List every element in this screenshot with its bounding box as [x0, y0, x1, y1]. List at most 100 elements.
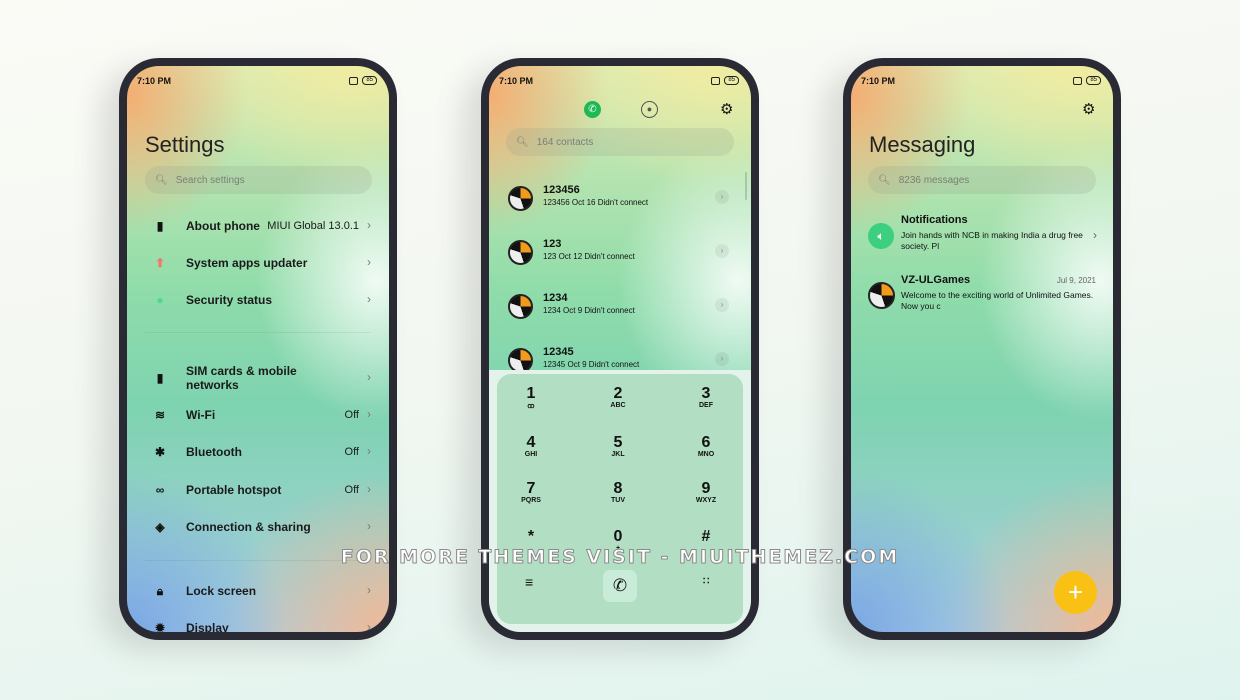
settings-item-label: Wi-Fi — [186, 408, 216, 422]
dial-key-5[interactable]: 5 JKL — [588, 434, 648, 459]
status-icons: 85 — [711, 76, 739, 85]
settings-item-label: About phone — [186, 219, 260, 233]
settings-item[interactable]: ∞ Portable hotspot Off › — [127, 482, 389, 503]
settings-item-label: SIM cards & mobile networks — [186, 364, 297, 392]
settings-item[interactable]: ▮ About phone MIUI Global 13.0.1 › — [127, 218, 389, 239]
status-time: 7:10 PM — [499, 76, 534, 86]
chevron-right-icon[interactable]: › — [715, 190, 729, 204]
settings-item[interactable]: ✹ Display › — [127, 620, 389, 632]
chevron-right-icon: › — [367, 620, 371, 632]
battery-icon: 85 — [724, 76, 739, 85]
settings-item[interactable]: ≋ Wi-Fi Off › — [127, 407, 389, 428]
settings-item-value: Off — [344, 409, 359, 421]
speaker-icon: 🔈︎ — [868, 223, 894, 249]
key-digit: 7 — [526, 480, 536, 497]
key-letters: PQRS — [521, 497, 541, 504]
call-button[interactable]: ✆ — [603, 570, 637, 602]
dial-key-2[interactable]: 2 ABC — [588, 386, 648, 410]
chevron-right-icon: › — [367, 519, 371, 533]
tab-contacts[interactable]: ● — [641, 101, 658, 118]
key-digit: 5 — [613, 434, 623, 451]
thread-date: Jul 9, 2021 — [1056, 276, 1096, 285]
status-time: 7:10 PM — [861, 76, 896, 86]
compose-button[interactable]: + — [1054, 571, 1097, 614]
chevron-right-icon: › — [367, 255, 371, 269]
chevron-right-icon: › — [367, 292, 371, 306]
dial-key-8[interactable]: 8 TUV — [588, 481, 648, 505]
chevron-right-icon[interactable]: › — [715, 352, 729, 366]
call-detail: 123456 Oct 16 Didn't connect — [543, 198, 649, 207]
search-icon: 🔍︎ — [516, 136, 529, 148]
settings-item[interactable]: 🔒︎ Lock screen › — [127, 583, 389, 604]
dial-key-9[interactable]: 9 WXYZ — [676, 480, 736, 505]
dial-key-1[interactable]: 1ꝏ — [501, 386, 561, 411]
settings-item-label: Connection & sharing — [186, 520, 311, 534]
settings-item-label: Lock screen — [186, 584, 257, 598]
page-title: Settings — [145, 132, 225, 157]
settings-item[interactable]: ◈ Connection & sharing › — [127, 519, 389, 540]
chevron-right-icon[interactable]: › — [715, 298, 729, 312]
settings-item-label: Portable hotspot — [186, 483, 282, 497]
watermark: FOR MORE THEMES VISIT - MIUITHEMEZ.COM — [340, 546, 900, 569]
chevron-right-icon: › — [367, 444, 371, 458]
key-digit: # — [701, 528, 711, 545]
chevron-right-icon: › — [367, 407, 371, 421]
key-digit: 9 — [701, 480, 711, 497]
chevron-right-icon[interactable]: › — [715, 244, 729, 258]
settings-item[interactable]: ▮ SIM cards & mobile networks › — [127, 364, 389, 392]
divider — [145, 332, 371, 333]
scrollbar[interactable] — [745, 172, 747, 200]
key-letters: WXYZ — [695, 497, 717, 504]
battery-icon: 85 — [1086, 76, 1101, 85]
settings-item-label: Bluetooth — [186, 445, 242, 459]
wifi-icon: ≋ — [154, 408, 166, 422]
search-placeholder: 164 contacts — [536, 136, 594, 148]
call-name: 12345 — [543, 346, 574, 358]
settings-item-value: Off — [344, 484, 359, 496]
settings-item-label: System apps updater — [186, 256, 308, 270]
key-letters: GHI — [524, 451, 538, 458]
avatar — [868, 282, 895, 309]
battery-icon: 85 — [362, 76, 377, 85]
lock-icon: 🔒︎ — [156, 584, 164, 598]
avatar — [508, 294, 533, 319]
sim-status-icon — [1073, 76, 1083, 85]
bluetooth-icon: ✱ — [154, 445, 166, 459]
key-letters: TUV — [611, 497, 625, 504]
page-title: Messaging — [869, 132, 976, 157]
thread-title: VZ-ULGames — [901, 274, 971, 286]
search-input[interactable]: 🔍︎ 8236 messages — [868, 166, 1096, 194]
chevron-right-icon: › — [367, 583, 371, 597]
call-detail: 123 Oct 12 Didn't connect — [543, 252, 635, 261]
chevron-right-icon: › — [1093, 228, 1097, 242]
settings-item[interactable]: ⬆ System apps updater › — [127, 255, 389, 276]
search-input[interactable]: 🔍︎ Search settings — [145, 166, 372, 194]
dial-key-3[interactable]: 3 DEF — [676, 386, 736, 410]
menu-icon[interactable]: ≡ — [525, 574, 533, 590]
gear-icon[interactable]: ⚙ — [1082, 100, 1095, 118]
key-digit: 0 — [613, 528, 623, 545]
search-placeholder: 8236 messages — [898, 174, 970, 186]
tab-phone[interactable]: ✆ — [584, 101, 601, 118]
call-name: 1234 — [543, 292, 568, 304]
dial-key-#[interactable]: # — [676, 529, 736, 545]
dial-key-7[interactable]: 7 PQRS — [501, 480, 561, 505]
search-icon: 🔍︎ — [878, 174, 891, 186]
gear-icon[interactable]: ⚙ — [720, 100, 733, 118]
settings-item-label: Display — [186, 621, 229, 632]
brightness-icon: ✹ — [154, 621, 166, 632]
avatar — [508, 240, 533, 265]
dial-key-6[interactable]: 6 MNO — [676, 434, 736, 459]
dial-key-4[interactable]: 4 GHI — [501, 435, 561, 459]
chevron-right-icon: › — [367, 482, 371, 496]
key-digit: 6 — [701, 434, 711, 451]
dialpad: ≡ ✆ ∷ 1 ꝏ 2 ABC 3 DEF 4 GHI 5 JKL 6 MNO 7 PQRS 8 TUV 9 WX… — [489, 370, 751, 632]
dialpad-toggle-icon[interactable]: ∷ — [703, 576, 709, 587]
settings-item[interactable]: ✱ Bluetooth Off › — [127, 444, 389, 465]
search-input[interactable]: 🔍︎ 164 contacts — [506, 128, 734, 156]
status-icons: 85 — [349, 76, 377, 85]
thread-preview: Welcome to the exciting world of Unlimit… — [901, 290, 1094, 311]
status-time: 7:10 PM — [137, 76, 172, 86]
settings-item[interactable]: ● Security status › — [127, 292, 389, 313]
hotspot-icon: ∞ — [155, 483, 165, 497]
